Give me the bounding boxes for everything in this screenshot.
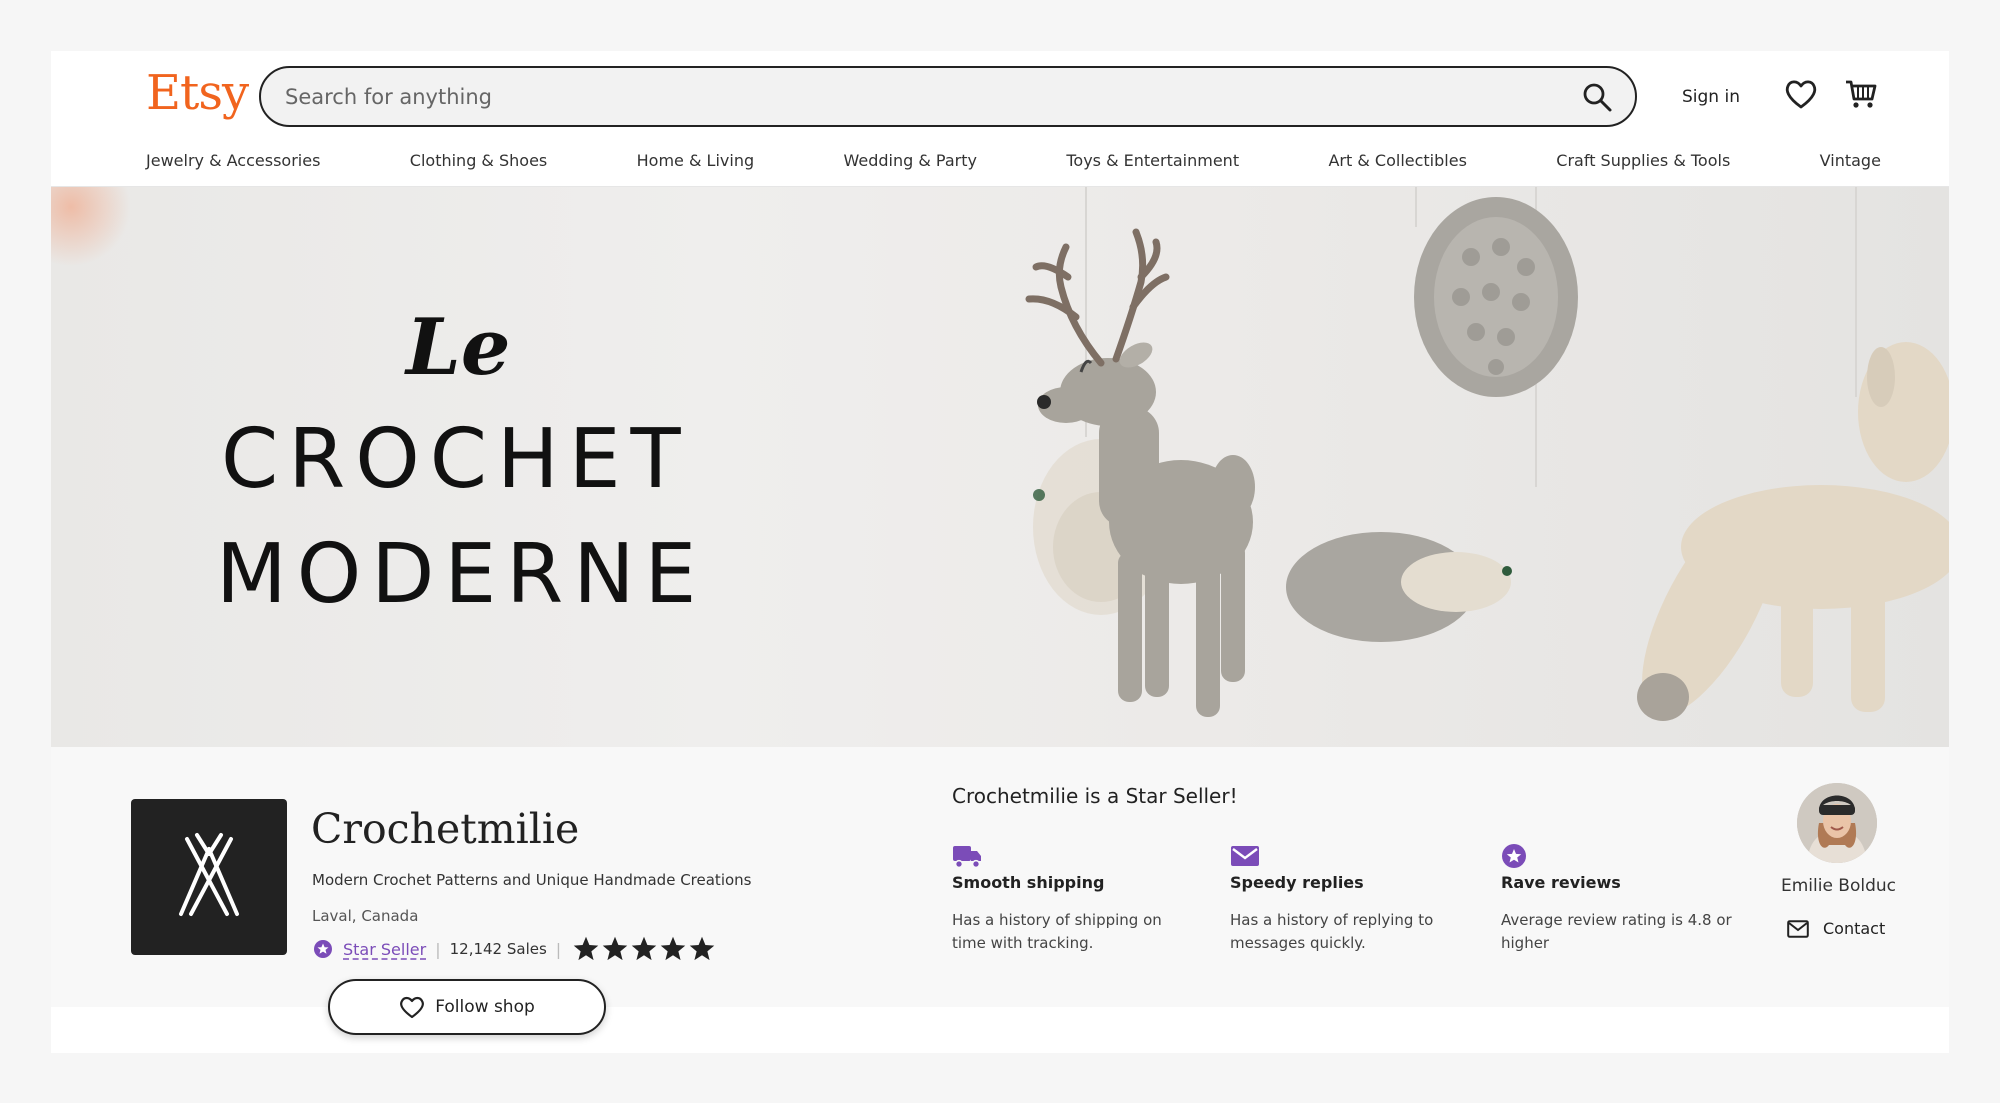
perk-title: Rave reviews — [1501, 873, 1621, 892]
search-icon[interactable] — [1581, 81, 1613, 113]
perk-speedy-replies: Speedy replies Has a history of replying… — [1230, 843, 1470, 952]
perk-description: Average review rating is 4.8 or higher — [1501, 911, 1732, 952]
perk-rave-reviews: Rave reviews Average review rating is 4.… — [1501, 843, 1741, 952]
contact-label: Contact — [1823, 919, 1886, 938]
banner-title-line2: MODERNE — [216, 527, 707, 622]
message-icon — [1787, 919, 1809, 938]
star-icon — [631, 936, 657, 961]
banner-title-le: Le — [406, 302, 511, 393]
search-input[interactable] — [285, 68, 1525, 125]
shop-stats: Star Seller | 12,142 Sales | — [313, 935, 717, 963]
star-icon — [573, 936, 599, 961]
star-icon — [660, 936, 686, 961]
star-icon — [689, 936, 715, 961]
rating-stars[interactable] — [572, 935, 717, 963]
category-craft-supplies-tools[interactable]: Craft Supplies & Tools — [1556, 151, 1730, 170]
heart-icon — [400, 996, 425, 1019]
star-seller-heading: Crochetmilie is a Star Seller! — [952, 784, 1238, 808]
category-clothing-shoes[interactable]: Clothing & Shoes — [410, 151, 547, 170]
shop-info-section: Crochetmilie Modern Crochet Patterns and… — [51, 747, 1949, 1035]
search-bar[interactable] — [259, 66, 1637, 127]
shop-monogram-icon — [179, 833, 239, 916]
favorites-heart-icon[interactable] — [1784, 78, 1818, 110]
contact-owner-button[interactable]: Contact — [1787, 919, 1885, 938]
shop-logo[interactable] — [131, 799, 287, 955]
shop-name: Crochetmilie — [311, 805, 580, 853]
perk-title: Speedy replies — [1230, 873, 1364, 892]
sales-count: 12,142 Sales — [449, 940, 547, 958]
perk-description: Has a history of shipping on time with t… — [952, 911, 1162, 952]
banner-title-line1: CROCHET — [221, 412, 691, 507]
perk-smooth-shipping: Smooth shipping Has a history of shippin… — [952, 843, 1192, 952]
shop-description: Modern Crochet Patterns and Unique Handm… — [312, 871, 752, 889]
star-icon — [602, 936, 628, 961]
owner-name: Emilie Bolduc — [1780, 876, 1897, 896]
envelope-icon — [1231, 846, 1259, 866]
category-vintage[interactable]: Vintage — [1820, 151, 1881, 170]
stats-separator: | — [435, 939, 441, 959]
sign-in-link[interactable]: Sign in — [1682, 87, 1740, 107]
shop-location: Laval, Canada — [312, 907, 419, 925]
follow-shop-label: Follow shop — [435, 997, 535, 1017]
stats-separator: | — [555, 939, 562, 959]
follow-shop-button[interactable]: Follow shop — [328, 979, 606, 1035]
category-jewelry-accessories[interactable]: Jewelry & Accessories — [146, 151, 320, 170]
etsy-shop-page: Etsy Sign in Jewelry & Accessories Cloth… — [51, 51, 1949, 1053]
perk-description: Has a history of replying to messages qu… — [1230, 911, 1434, 952]
star-badge-icon — [1502, 844, 1526, 868]
star-seller-link[interactable]: Star Seller — [343, 940, 426, 959]
category-home-living[interactable]: Home & Living — [637, 151, 754, 170]
truck-icon — [953, 846, 981, 869]
shop-banner: Le CROCHET MODERNE — [51, 187, 1949, 747]
category-wedding-party[interactable]: Wedding & Party — [843, 151, 976, 170]
cart-icon[interactable] — [1844, 77, 1878, 111]
crochet-mobile-image — [1025, 187, 1949, 721]
owner-photo — [1797, 783, 1877, 863]
etsy-logo[interactable]: Etsy — [146, 65, 249, 121]
category-nav: Jewelry & Accessories Clothing & Shoes H… — [146, 151, 1881, 170]
owner-avatar[interactable] — [1797, 783, 1877, 863]
star-seller-badge-icon — [314, 940, 332, 958]
category-toys-entertainment[interactable]: Toys & Entertainment — [1066, 151, 1239, 170]
category-art-collectibles[interactable]: Art & Collectibles — [1328, 151, 1466, 170]
perk-title: Smooth shipping — [952, 873, 1105, 892]
